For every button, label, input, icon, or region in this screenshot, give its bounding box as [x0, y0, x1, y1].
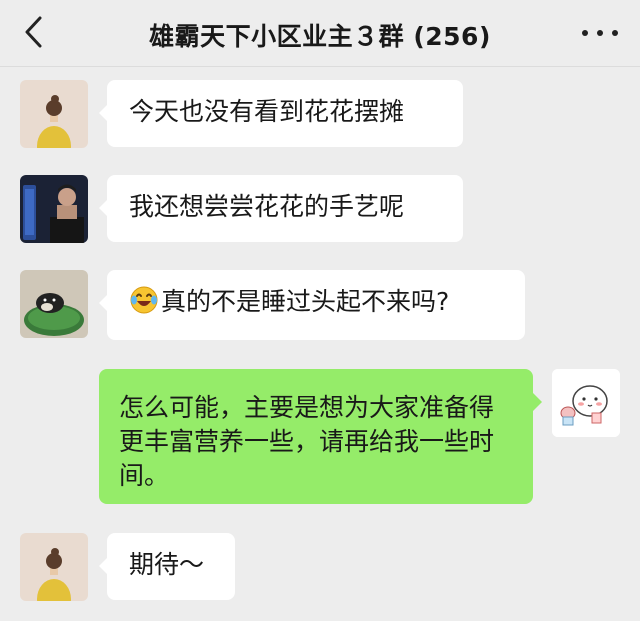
- chat-title: 雄霸天下小区业主３群 (256): [149, 22, 491, 51]
- message-text: 真的不是睡过头起不来吗?: [161, 287, 450, 316]
- message-text: 今天也没有看到花花摆摊: [129, 97, 405, 126]
- dog-avatar[interactable]: [20, 270, 88, 338]
- message-text: 怎么可能，主要是想为大家准备得更丰富营养一些，请再给我一些时间。: [119, 393, 495, 490]
- man-avatar[interactable]: [20, 175, 88, 243]
- more-dots-icon: [582, 30, 588, 36]
- message-bubble[interactable]: 怎么可能，主要是想为大家准备得更丰富营养一些，请再给我一些时间。: [99, 369, 533, 504]
- message-bubble[interactable]: 我还想尝尝花花的手艺呢: [107, 175, 463, 242]
- message-bubble[interactable]: 期待～: [107, 533, 235, 600]
- sticker-avatar[interactable]: [552, 369, 620, 437]
- message-text: 期待～: [129, 550, 205, 579]
- message-bubble[interactable]: 今天也没有看到花花摆摊: [107, 80, 463, 147]
- message-text: 我还想尝尝花花的手艺呢: [129, 192, 405, 221]
- laughing-tears-emoji: [129, 285, 159, 324]
- girl-avatar[interactable]: [20, 80, 88, 148]
- chat-header: 雄霸天下小区业主３群 (256): [0, 0, 640, 67]
- message-bubble[interactable]: 真的不是睡过头起不来吗?: [107, 270, 525, 340]
- girl-avatar[interactable]: [20, 533, 88, 601]
- more-button[interactable]: [580, 23, 620, 43]
